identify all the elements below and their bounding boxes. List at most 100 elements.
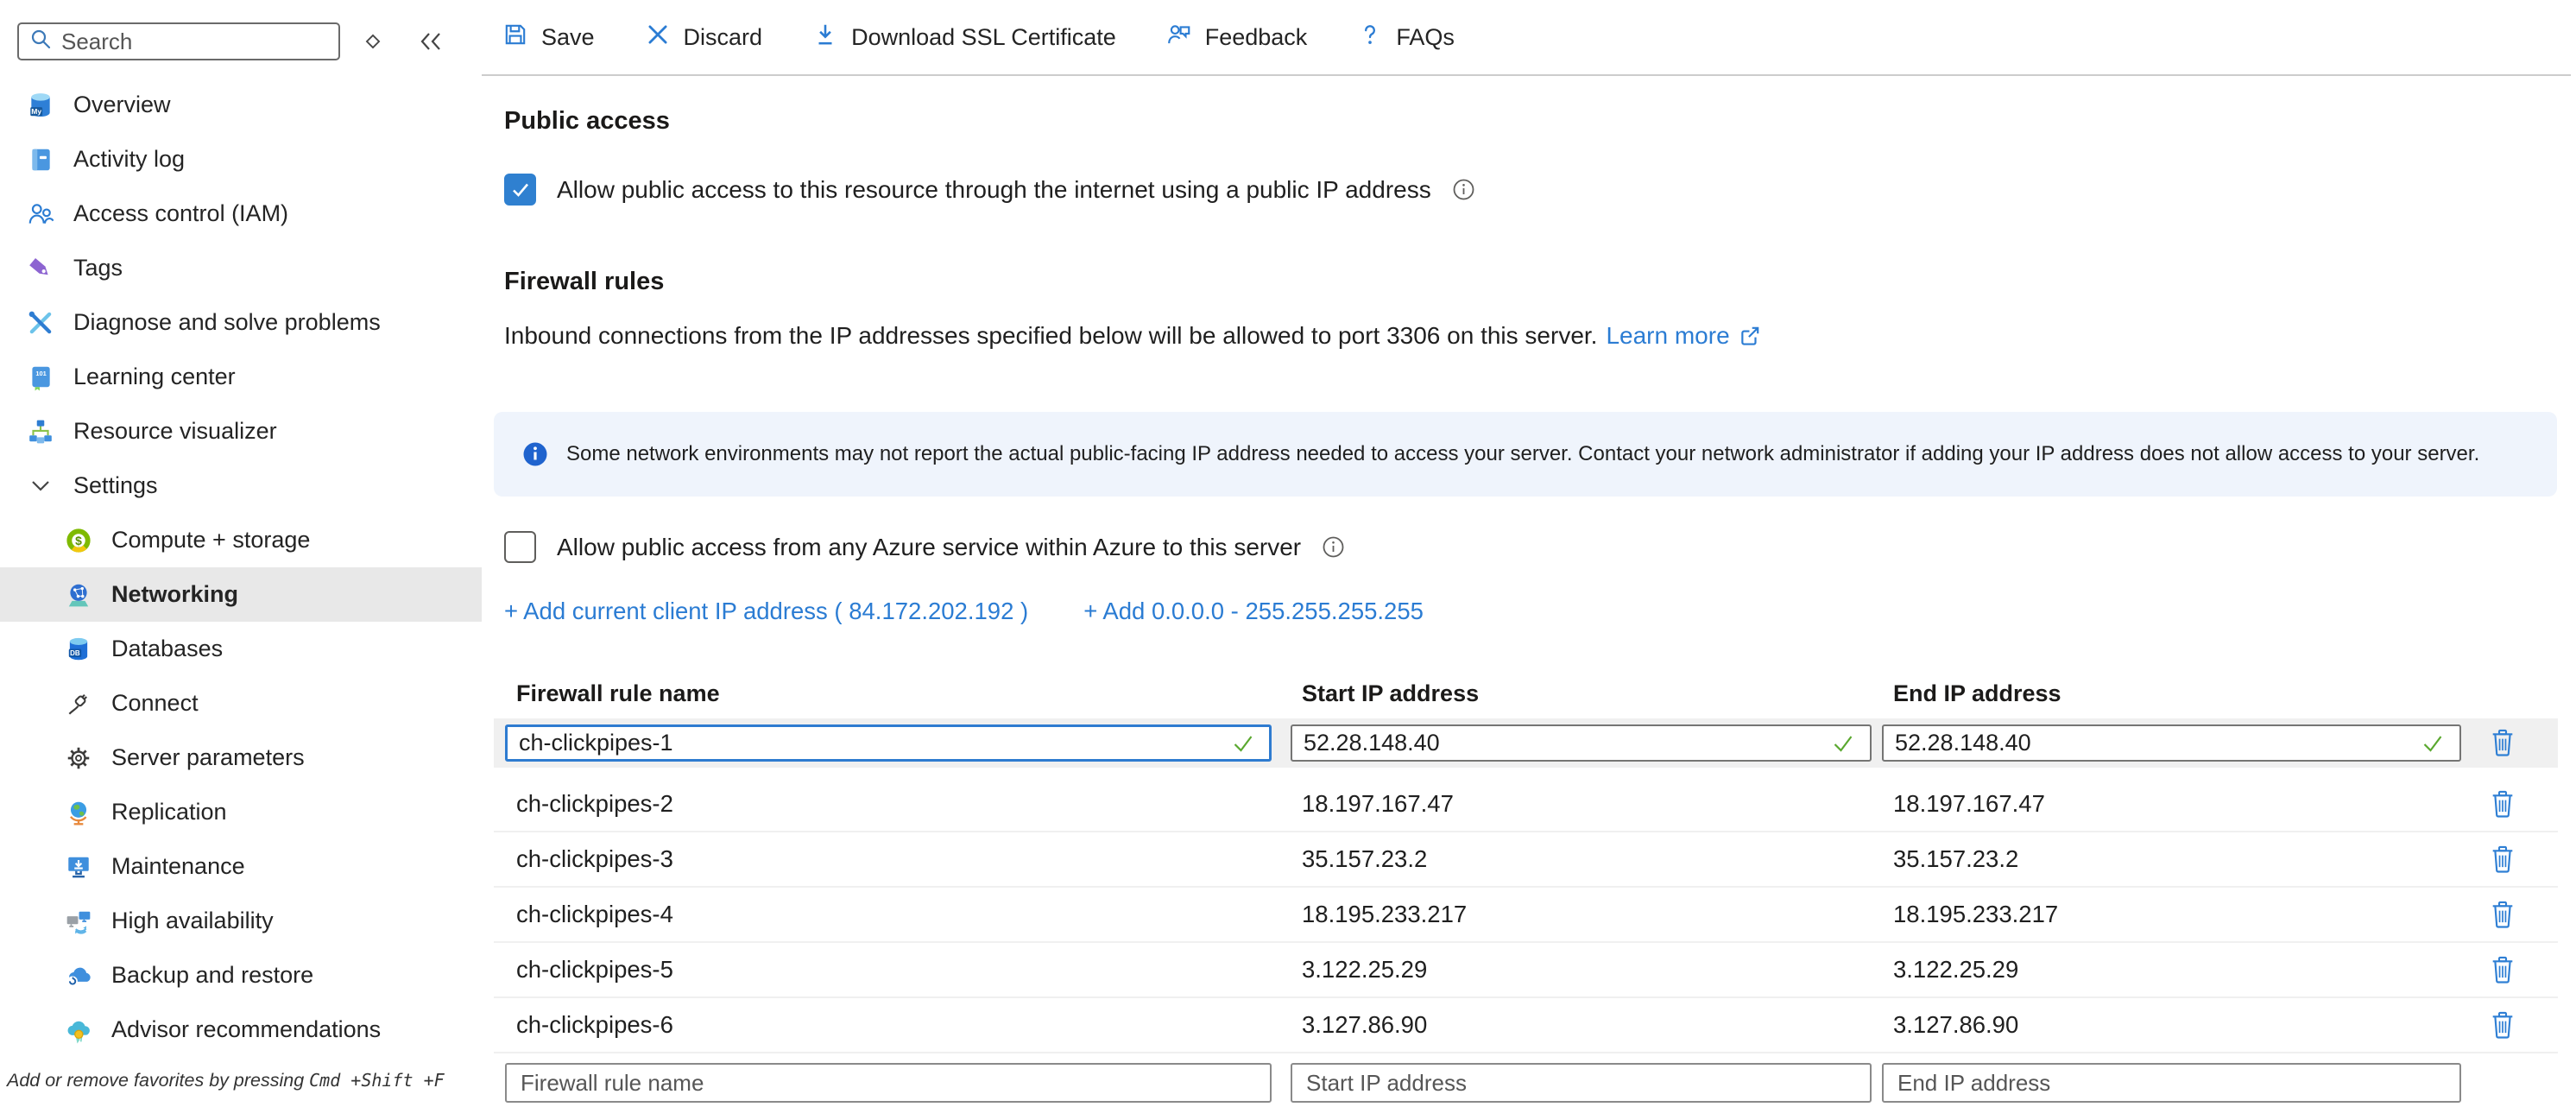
feedback-button[interactable]: Feedback (1166, 22, 1308, 54)
sidebar-item-compute-storage[interactable]: $ Compute + storage (0, 513, 482, 567)
search-input[interactable]: Search (17, 22, 340, 60)
sidebar-group-settings[interactable]: Settings (0, 459, 482, 513)
delete-rule-button[interactable] (2484, 790, 2522, 819)
learning-center-icon: 101 (26, 363, 54, 391)
download-ssl-certificate-button[interactable]: Download SSL Certificate (812, 22, 1116, 54)
resource-menu: My Overview Activity log Access control … (0, 78, 482, 1057)
valid-check-icon (1832, 734, 1854, 753)
sidebar-group-label: Settings (73, 472, 158, 499)
faqs-button[interactable]: FAQs (1357, 22, 1455, 54)
firewall-rule-row: ch-clickpipes-2 18.197.167.47 18.197.167… (494, 777, 2558, 832)
public-access-checkbox[interactable] (504, 174, 536, 206)
discard-button[interactable]: Discard (645, 22, 763, 54)
firewall-rules-heading: Firewall rules (504, 268, 2576, 296)
resource-visualizer-icon (26, 417, 54, 446)
sidebar-item-label: Connect (111, 690, 199, 717)
end-ip-input[interactable] (1882, 724, 2461, 762)
svg-text:DB: DB (70, 648, 80, 656)
connect-icon (64, 689, 92, 718)
server-parameters-icon (64, 743, 92, 772)
end-ip-cell: 18.195.233.217 (1882, 901, 2472, 928)
end-ip-cell: 3.127.86.90 (1882, 1011, 2472, 1039)
azure-networking-page: Search My Overview Activity log (0, 0, 2576, 1095)
info-filled-icon (521, 440, 549, 468)
firewall-table-header: Firewall rule name Start IP address End … (494, 675, 2558, 712)
sidebar-item-advisor[interactable]: Advisor recommendations (0, 1003, 482, 1057)
rule-name-cell: ch-clickpipes-4 (505, 901, 1291, 928)
sidebar-item-connect[interactable]: Connect (0, 676, 482, 731)
sidebar-item-access-control[interactable]: Access control (IAM) (0, 187, 482, 241)
start-ip-input[interactable] (1291, 724, 1872, 762)
firewall-description: Inbound connections from the IP addresse… (504, 322, 1597, 350)
download-ssl-label: Download SSL Certificate (851, 24, 1116, 51)
favorites-hint-keys: Cmd +Shift +F (309, 1070, 445, 1091)
svg-text:$: $ (75, 533, 82, 547)
maintenance-icon (64, 852, 92, 881)
firewall-rules-table: Firewall rule name Start IP address End … (494, 675, 2558, 1107)
compute-storage-icon: $ (64, 526, 92, 554)
sidebar-item-label: Activity log (73, 146, 185, 173)
firewall-rule-row: ch-clickpipes-4 18.195.233.217 18.195.23… (494, 888, 2558, 943)
add-all-ips-link[interactable]: + Add 0.0.0.0 - 255.255.255.255 (1083, 598, 1424, 625)
external-link-icon (1739, 325, 1761, 347)
delete-rule-button[interactable] (2484, 1011, 2522, 1040)
end-ip-cell: 35.157.23.2 (1882, 845, 2472, 873)
discard-icon (645, 22, 671, 54)
info-icon[interactable] (1322, 535, 1345, 559)
chevron-down-icon (26, 471, 54, 500)
svg-text:101: 101 (35, 369, 46, 376)
sidebar-item-diagnose[interactable]: Diagnose and solve problems (0, 295, 482, 350)
favorites-hint: Add or remove favorites by pressing Cmd … (7, 1070, 445, 1091)
rule-name-cell: ch-clickpipes-5 (505, 956, 1291, 984)
collapse-menu-icon[interactable] (418, 29, 444, 54)
networking-icon (64, 580, 92, 609)
diamond-icon[interactable] (363, 31, 383, 52)
public-access-checkbox-row: Allow public access to this resource thr… (504, 174, 2576, 206)
sidebar-item-learning-center[interactable]: 101 Learning center (0, 350, 482, 404)
question-icon (1357, 22, 1383, 54)
sidebar-item-label: Replication (111, 799, 227, 826)
azure-services-checkbox[interactable] (504, 531, 536, 563)
new-end-ip-input[interactable] (1882, 1063, 2461, 1103)
network-info-banner: Some network environments may not report… (494, 412, 2557, 497)
sidebar-item-tags[interactable]: Tags (0, 241, 482, 295)
backup-restore-icon (64, 961, 92, 990)
sidebar-item-databases[interactable]: DB Databases (0, 622, 482, 676)
new-start-ip-input[interactable] (1291, 1063, 1872, 1103)
sidebar-item-label: Access control (IAM) (73, 200, 288, 227)
learn-more-link[interactable]: Learn more (1606, 322, 1729, 350)
info-icon[interactable] (1452, 178, 1475, 201)
sidebar-item-networking[interactable]: Networking (0, 567, 482, 622)
delete-rule-button[interactable] (2484, 901, 2522, 929)
sidebar-item-label: Diagnose and solve problems (73, 309, 381, 336)
new-rule-name-input[interactable] (505, 1063, 1272, 1103)
add-client-ip-link[interactable]: + Add current client IP address ( 84.172… (504, 598, 1028, 625)
delete-rule-button[interactable] (2484, 956, 2522, 984)
advisor-icon (64, 1015, 92, 1044)
feedback-label: Feedback (1205, 24, 1308, 51)
svg-text:My: My (31, 107, 41, 116)
rule-name-input[interactable] (505, 724, 1272, 762)
firewall-rule-new-row (494, 1059, 2558, 1107)
sidebar-item-replication[interactable]: Replication (0, 785, 482, 839)
sidebar-item-resource-visualizer[interactable]: Resource visualizer (0, 404, 482, 459)
sidebar-item-label: Networking (111, 581, 238, 608)
valid-check-icon (1232, 734, 1254, 753)
sidebar-item-activity-log[interactable]: Activity log (0, 132, 482, 187)
save-button[interactable]: Save (502, 22, 595, 54)
sidebar-item-maintenance[interactable]: Maintenance (0, 839, 482, 894)
sidebar-item-server-parameters[interactable]: Server parameters (0, 731, 482, 785)
feedback-icon (1166, 22, 1192, 54)
sidebar-item-label: Overview (73, 92, 171, 118)
access-control-icon (26, 199, 54, 228)
firewall-rule-row: ch-clickpipes-3 35.157.23.2 35.157.23.2 (494, 832, 2558, 888)
end-ip-cell: 3.122.25.29 (1882, 956, 2472, 984)
start-ip-cell: 3.127.86.90 (1291, 1011, 1882, 1039)
sidebar-item-overview[interactable]: My Overview (0, 78, 482, 132)
sidebar-item-backup-restore[interactable]: Backup and restore (0, 948, 482, 1003)
search-icon (29, 28, 53, 55)
info-banner-text: Some network environments may not report… (566, 442, 2479, 466)
sidebar-item-high-availability[interactable]: High availability (0, 894, 482, 948)
delete-rule-button[interactable] (2484, 729, 2522, 757)
delete-rule-button[interactable] (2484, 845, 2522, 874)
